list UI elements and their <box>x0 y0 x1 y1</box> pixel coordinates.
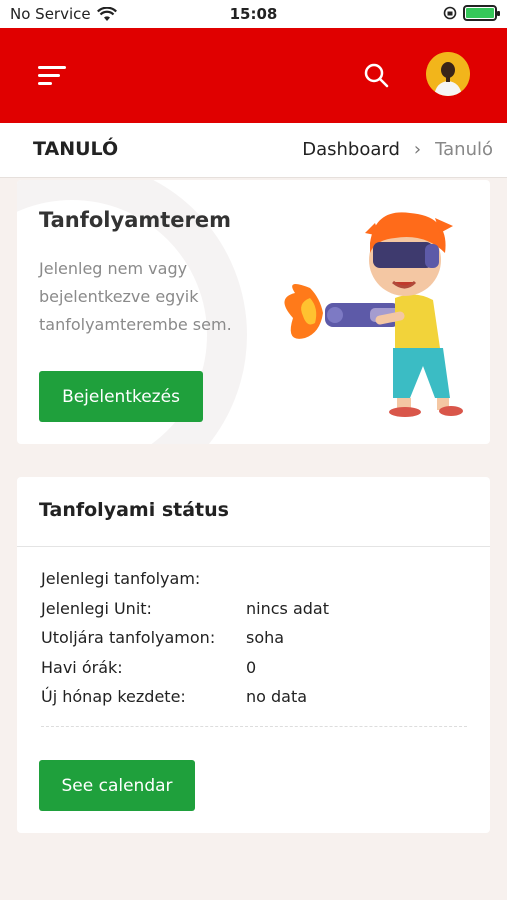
status-label: Jelenlegi tanfolyam: <box>41 569 201 589</box>
battery-icon <box>463 5 500 21</box>
app-header <box>0 28 507 123</box>
vr-kid-illustration <box>284 212 463 417</box>
breadcrumb-current: Tanuló <box>435 139 493 160</box>
status-label: Utoljára tanfolyamon: <box>41 628 216 648</box>
status-label: Havi órák: <box>41 657 123 677</box>
classroom-card: Tanfolyamterem Jelenleg nem vagy bejelen… <box>17 180 490 444</box>
chevron-right-icon: › <box>413 139 422 160</box>
search-icon[interactable] <box>362 61 390 89</box>
status-bar: No Service 15:08 <box>0 0 507 28</box>
status-row-new-month: Új hónap kezdete: no data <box>41 682 329 712</box>
breadcrumb-bar: TANULÓ Dashboard › Tanuló <box>0 123 507 178</box>
status-right <box>443 5 500 21</box>
breadcrumb: Dashboard › Tanuló <box>302 139 493 160</box>
status-list: Jelenlegi tanfolyam: Jelenlegi Unit: nin… <box>41 564 329 712</box>
login-button[interactable]: Bejelentkezés <box>39 371 203 422</box>
status-value: soha <box>246 628 285 648</box>
status-value: 0 <box>246 657 257 677</box>
menu-icon[interactable] <box>38 66 68 88</box>
status-row-monthly-hours: Havi órák: 0 <box>41 653 329 683</box>
clock: 15:08 <box>229 5 278 23</box>
course-status-card: Tanfolyami státus Jelenlegi tanfolyam: J… <box>17 477 490 833</box>
avatar[interactable] <box>426 52 470 96</box>
classroom-description: Jelenleg nem vagy bejelentkezve egyik ta… <box>39 259 232 334</box>
status-row-last-course: Utoljára tanfolyamon: soha <box>41 623 329 653</box>
status-label: Jelenlegi Unit: <box>41 598 152 618</box>
status-row-current-course: Jelenlegi tanfolyam: <box>41 564 329 594</box>
status-row-current-unit: Jelenlegi Unit: nincs adat <box>41 594 329 624</box>
course-status-title: Tanfolyami státus <box>39 499 229 521</box>
dashed-divider <box>41 726 467 727</box>
status-value: nincs adat <box>246 598 329 618</box>
classroom-title: Tanfolyamterem <box>39 208 232 232</box>
see-calendar-button[interactable]: See calendar <box>39 760 195 811</box>
page-title: TANULÓ <box>33 138 119 160</box>
status-label: Új hónap kezdete: <box>41 687 186 707</box>
status-value: no data <box>246 687 308 707</box>
divider <box>17 546 490 547</box>
orientation-lock-icon <box>443 6 457 20</box>
breadcrumb-dashboard-link[interactable]: Dashboard <box>302 139 400 160</box>
